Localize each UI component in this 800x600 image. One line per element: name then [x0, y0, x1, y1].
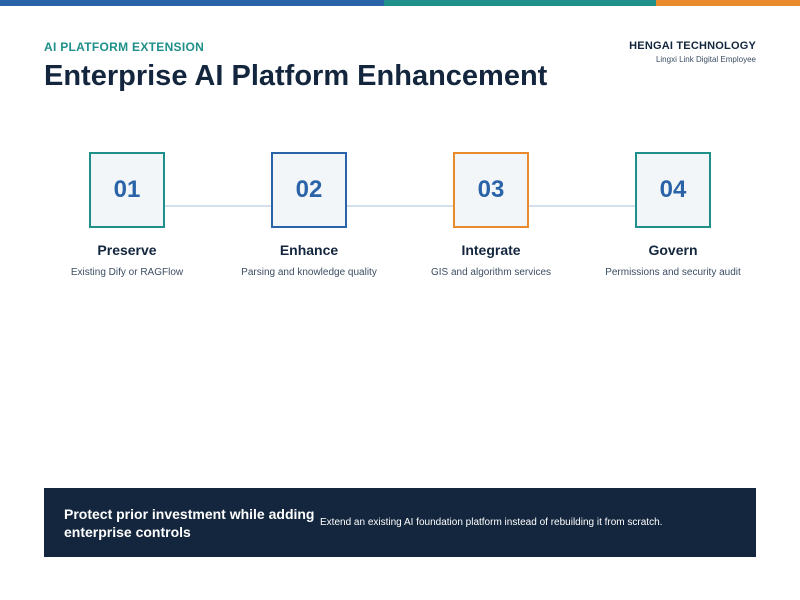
step-number-box: 04	[635, 152, 711, 228]
step-govern: 04 Govern Permissions and security audit	[583, 152, 763, 278]
step-number: 04	[659, 176, 687, 203]
step-number-box: 03	[453, 152, 529, 228]
step-label: Enhance	[279, 242, 339, 258]
step-number-box: 02	[271, 152, 347, 228]
step-label: Govern	[648, 242, 698, 258]
page-title: Enterprise AI Platform Enhancement	[44, 60, 548, 92]
section-eyebrow: AI PLATFORM EXTENSION	[44, 40, 205, 54]
brand-subtitle: Lingxi Link Digital Employee	[655, 55, 756, 64]
top-accent-bar	[0, 0, 800, 6]
step-number: 01	[113, 176, 141, 203]
step-description: Permissions and security audit	[605, 267, 741, 278]
banner-headline: Protect prior investment while adding en…	[64, 505, 315, 540]
step-label: Preserve	[97, 242, 157, 258]
accent-segment-blue	[0, 0, 384, 6]
accent-segment-teal	[384, 0, 656, 6]
brand-name: HENGAI TECHNOLOGY	[629, 40, 756, 52]
accent-segment-orange	[656, 0, 800, 6]
step-preserve: 01 Preserve Existing Dify or RAGFlow	[37, 152, 217, 278]
step-number: 03	[477, 176, 505, 203]
step-number: 02	[295, 176, 323, 203]
step-enhance: 02 Enhance Parsing and knowledge quality	[219, 152, 399, 278]
step-description: GIS and algorithm services	[430, 267, 552, 278]
step-integrate: 03 Integrate GIS and algorithm services	[401, 152, 581, 278]
step-description: Existing Dify or RAGFlow	[70, 267, 184, 278]
step-description: Parsing and knowledge quality	[241, 267, 377, 278]
summary-banner: Protect prior investment while adding en…	[44, 488, 756, 557]
step-number-box: 01	[89, 152, 165, 228]
step-label: Integrate	[461, 242, 521, 258]
banner-text: Extend an existing AI foundation platfor…	[320, 517, 663, 528]
brand-block: HENGAI TECHNOLOGY Lingxi Link Digital Em…	[629, 40, 756, 64]
